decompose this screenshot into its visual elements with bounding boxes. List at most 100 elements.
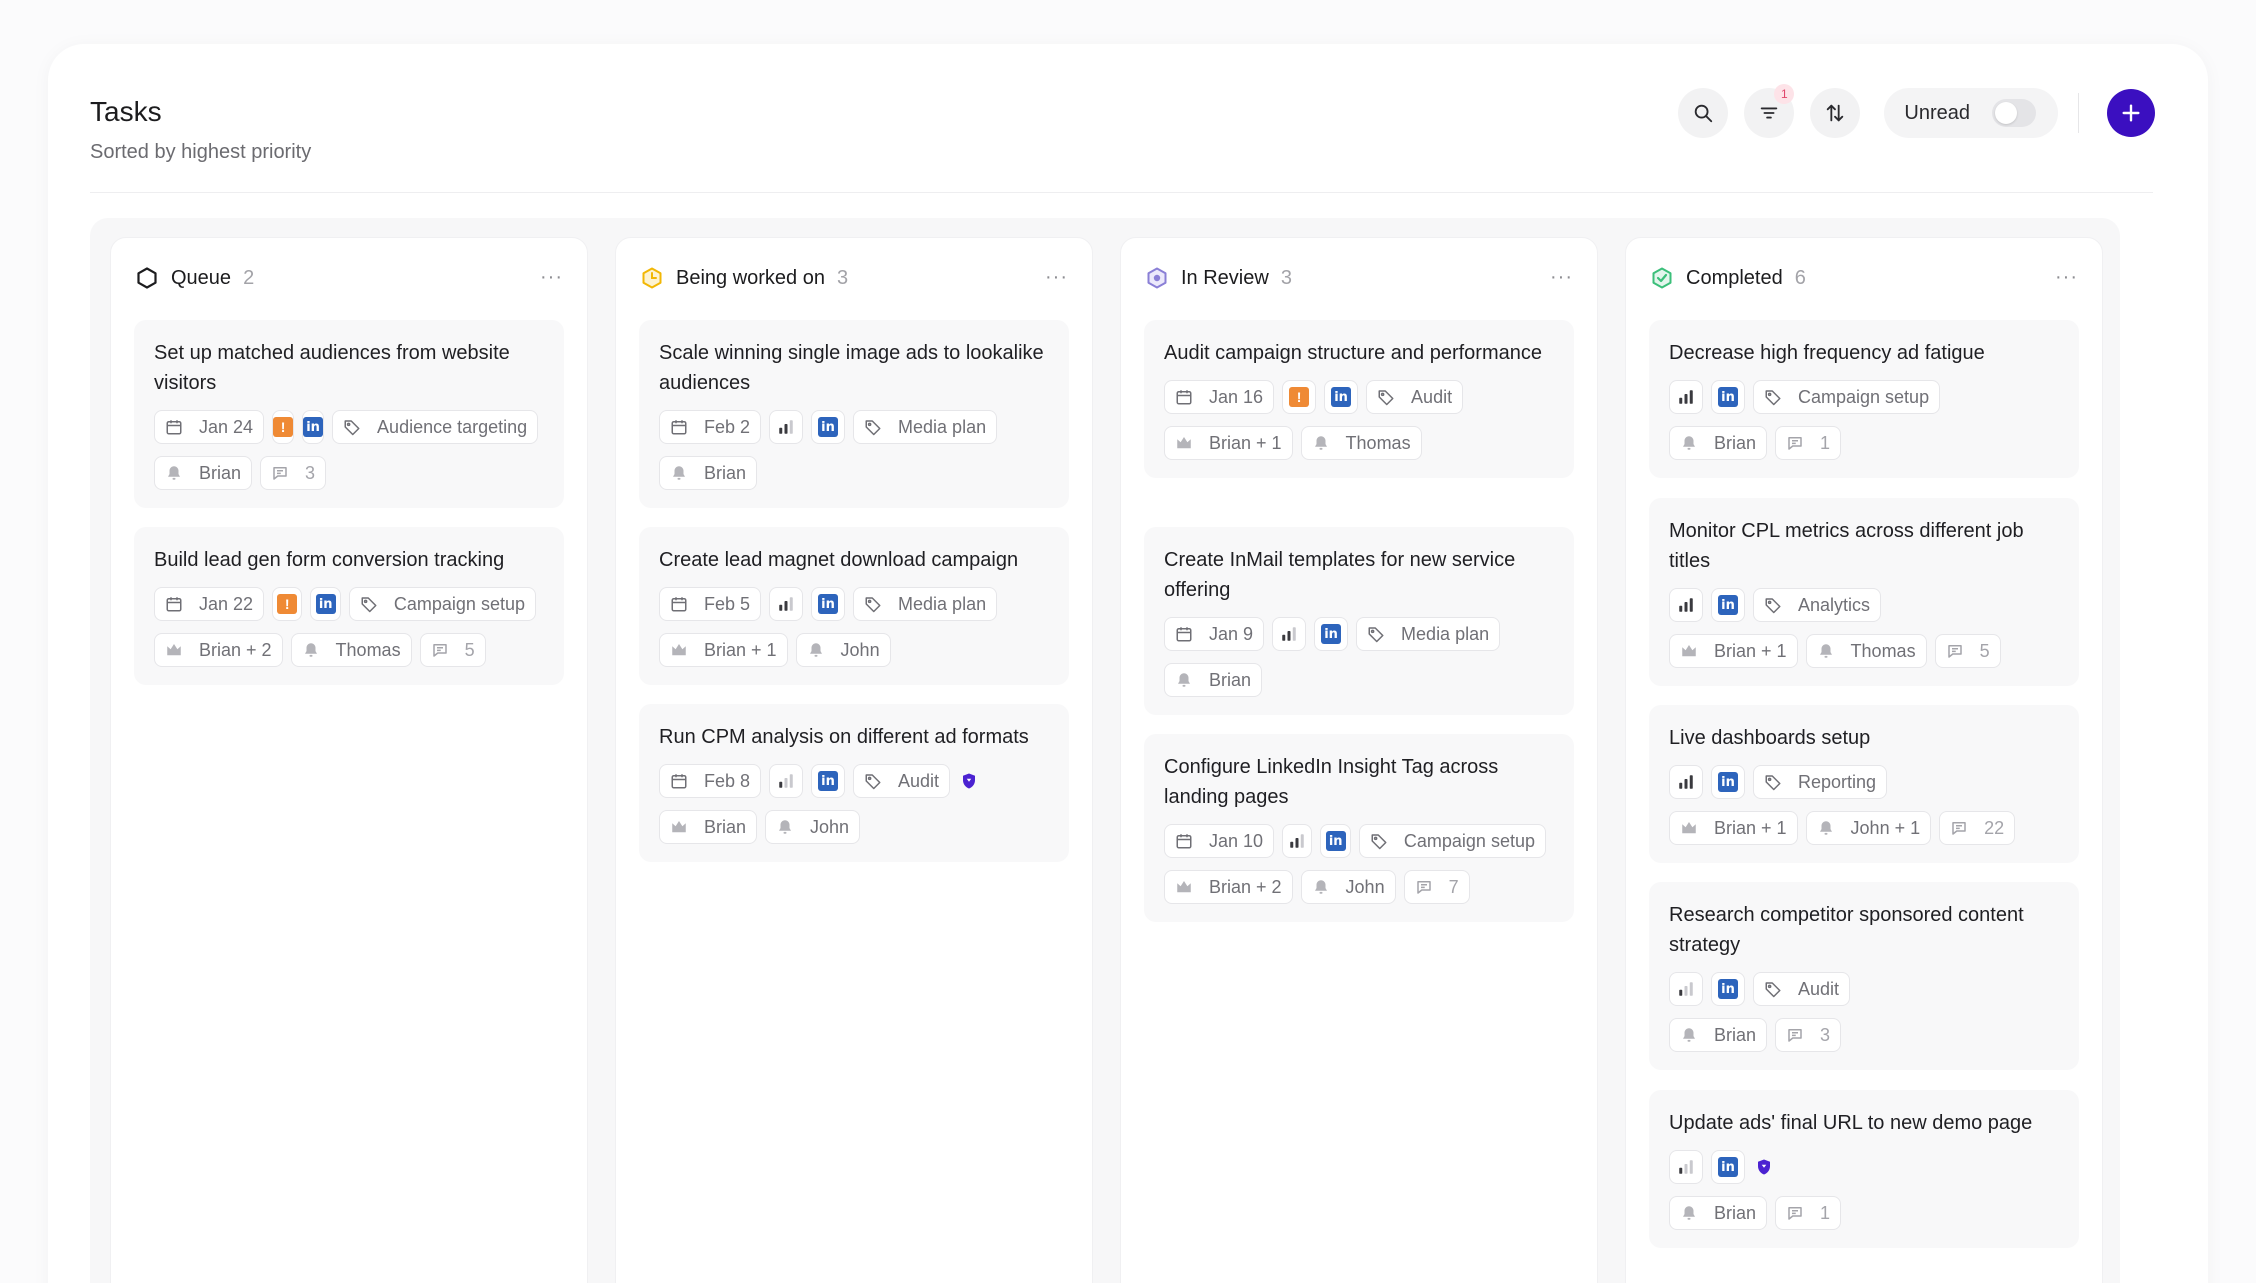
channel-chip[interactable]: in: [1314, 617, 1349, 651]
channel-chip[interactable]: in: [302, 410, 325, 444]
assignee-chip[interactable]: Brian + 2: [154, 633, 283, 667]
tag-chip[interactable]: Campaign setup: [1358, 824, 1546, 858]
follower-chip[interactable]: John: [1300, 870, 1396, 904]
column-more-button[interactable]: ···: [2055, 266, 2078, 289]
task-card[interactable]: Configure LinkedIn Insight Tag across la…: [1144, 734, 1574, 922]
task-card[interactable]: Build lead gen form conversion tracking J…: [134, 527, 564, 685]
comments-chip[interactable]: 5: [419, 633, 486, 667]
priority-chip[interactable]: [769, 587, 804, 621]
follower-chip[interactable]: Brian: [1669, 1196, 1768, 1230]
task-title: Audit campaign structure and performance: [1164, 342, 1542, 364]
tag-chip[interactable]: Media plan: [1356, 617, 1501, 651]
channel-chip[interactable]: in: [1711, 1150, 1745, 1184]
comments-chip[interactable]: 3: [1775, 1018, 1842, 1052]
assignee-chip[interactable]: Brian + 1: [1164, 426, 1293, 460]
follower-chip[interactable]: Brian: [659, 456, 758, 490]
priority-chip[interactable]: [1669, 588, 1703, 622]
filter-button[interactable]: 1: [1744, 84, 1795, 138]
follower-chip[interactable]: Brian: [1164, 663, 1263, 697]
task-card[interactable]: Research competitor sponsored content st…: [1649, 882, 2079, 1070]
follower-chip[interactable]: Brian: [1669, 426, 1768, 460]
follower-chip[interactable]: Thomas: [1300, 426, 1422, 460]
due-date-chip[interactable]: Jan 22: [154, 587, 265, 621]
comments-chip[interactable]: 1: [1775, 426, 1842, 460]
due-date-chip[interactable]: Jan 24: [154, 410, 265, 444]
tag-chip[interactable]: Audience targeting: [332, 410, 539, 444]
due-date-chip[interactable]: Feb 8: [659, 764, 762, 798]
assignee-chip[interactable]: Brian: [659, 810, 758, 844]
task-card[interactable]: Live dashboards setup in Reporting Brian + …: [1649, 705, 2079, 863]
task-card[interactable]: Scale winning single image ads to lookal…: [639, 320, 1069, 508]
due-date-chip[interactable]: Feb 2: [659, 410, 762, 444]
priority-chip[interactable]: [1669, 380, 1703, 414]
channel-chip[interactable]: in: [1711, 380, 1745, 414]
channel-chip[interactable]: in: [811, 410, 846, 444]
column-more-button[interactable]: ···: [1550, 266, 1573, 289]
tag-chip[interactable]: Audit: [1753, 972, 1851, 1006]
follower-chip[interactable]: Thomas: [290, 633, 412, 667]
due-date-chip[interactable]: Jan 9: [1164, 617, 1265, 651]
task-card[interactable]: Audit campaign structure and performance…: [1144, 320, 1574, 478]
priority-chip[interactable]: !: [272, 410, 295, 444]
tag-chip[interactable]: Analytics: [1753, 588, 1882, 622]
task-card[interactable]: Monitor CPL metrics across different job…: [1649, 498, 2079, 686]
follower-chip[interactable]: Thomas: [1805, 634, 1927, 668]
comments-chip[interactable]: 5: [1934, 634, 2001, 668]
comments-chip[interactable]: 1: [1775, 1196, 1842, 1230]
unread-label: Unread: [1904, 101, 1970, 124]
channel-chip[interactable]: in: [1711, 588, 1745, 622]
task-card[interactable]: Create lead magnet download campaign Feb …: [639, 527, 1069, 685]
unread-toggle[interactable]: [1992, 99, 2036, 127]
priority-chip[interactable]: !: [1282, 380, 1317, 414]
follower-chip[interactable]: John + 1: [1805, 811, 1932, 845]
add-task-button[interactable]: [2107, 89, 2155, 137]
task-card[interactable]: Decrease high frequency ad fatigue in Camp…: [1649, 320, 2079, 478]
priority-chip[interactable]: [1282, 824, 1313, 858]
sort-button[interactable]: [1810, 88, 1861, 138]
comments-chip[interactable]: 3: [260, 456, 327, 490]
tag-chip[interactable]: Media plan: [853, 587, 998, 621]
follower-chip[interactable]: John: [795, 633, 891, 667]
assignee-chip[interactable]: Brian + 1: [1669, 811, 1798, 845]
channel-chip[interactable]: in: [811, 764, 846, 798]
task-card[interactable]: Run CPM analysis on different ad formats…: [639, 704, 1069, 862]
tag-chip[interactable]: Audit: [853, 764, 951, 798]
comments-chip-label: 7: [1448, 876, 1459, 897]
tag-chip-label: Campaign setup: [1403, 830, 1535, 851]
follower-chip[interactable]: Brian: [1669, 1018, 1768, 1052]
comments-chip[interactable]: 7: [1403, 870, 1470, 904]
comments-chip[interactable]: 22: [1939, 811, 2016, 845]
tag-chip[interactable]: Media plan: [853, 410, 998, 444]
channel-chip[interactable]: in: [1324, 380, 1359, 414]
priority-chip[interactable]: [1669, 765, 1703, 799]
due-date-chip[interactable]: Jan 16: [1164, 380, 1275, 414]
priority-chip[interactable]: !: [272, 587, 303, 621]
tag-chip[interactable]: Campaign setup: [348, 587, 536, 621]
priority-chip[interactable]: [769, 410, 804, 444]
assignee-chip[interactable]: Brian + 2: [1164, 870, 1293, 904]
tag-chip[interactable]: Campaign setup: [1753, 380, 1941, 414]
assignee-chip[interactable]: Brian + 1: [1669, 634, 1798, 668]
due-date-chip[interactable]: Jan 10: [1164, 824, 1275, 858]
channel-chip[interactable]: in: [310, 587, 341, 621]
follower-chip[interactable]: Brian: [154, 456, 253, 490]
column-more-button[interactable]: ···: [1045, 266, 1068, 289]
follower-chip[interactable]: John: [765, 810, 861, 844]
tag-chip[interactable]: Reporting: [1753, 765, 1888, 799]
priority-chip[interactable]: [1669, 1150, 1703, 1184]
channel-chip[interactable]: in: [1711, 972, 1745, 1006]
due-date-chip[interactable]: Feb 5: [659, 587, 762, 621]
task-card[interactable]: Set up matched audiences from website vi…: [134, 320, 564, 508]
assignee-chip[interactable]: Brian + 1: [659, 633, 788, 667]
priority-chip[interactable]: [1669, 972, 1703, 1006]
priority-chip[interactable]: [1272, 617, 1307, 651]
tag-chip[interactable]: Audit: [1366, 380, 1464, 414]
task-card[interactable]: Update ads' final URL to new demo page in…: [1649, 1090, 2079, 1248]
channel-chip[interactable]: in: [811, 587, 846, 621]
search-button[interactable]: [1678, 88, 1729, 138]
channel-chip[interactable]: in: [1711, 765, 1745, 799]
task-card[interactable]: Create InMail templates for new service …: [1144, 527, 1574, 715]
priority-chip[interactable]: [769, 764, 804, 798]
column-more-button[interactable]: ···: [540, 266, 563, 289]
channel-chip[interactable]: in: [1320, 824, 1351, 858]
